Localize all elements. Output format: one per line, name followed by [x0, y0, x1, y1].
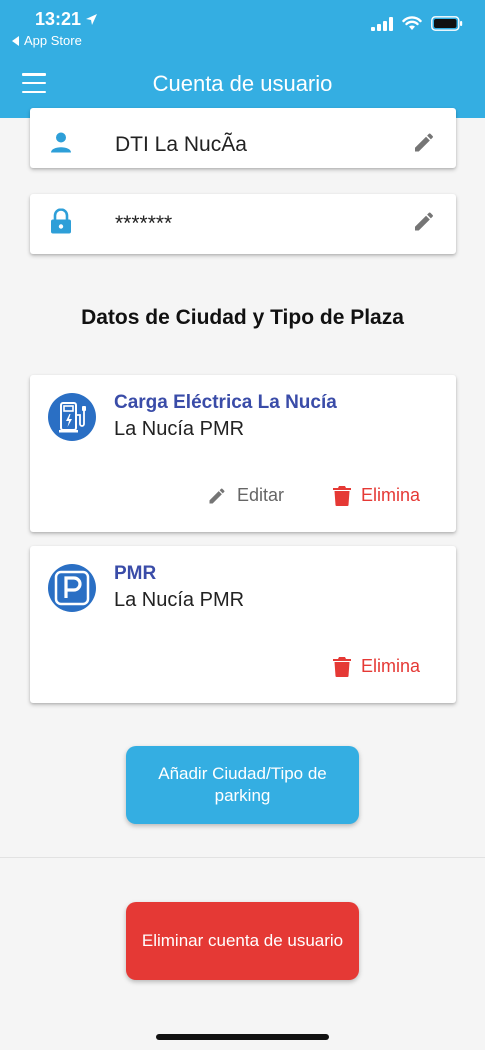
place-title: PMR: [114, 563, 157, 584]
back-triangle-icon: [12, 35, 19, 46]
parking-icon: [48, 564, 96, 612]
password-value: *******: [115, 212, 173, 235]
lock-icon: [50, 208, 72, 240]
page-title: Cuenta de usuario: [152, 71, 333, 96]
signal-icon: [371, 16, 393, 31]
status-icons: [371, 16, 463, 31]
location-arrow-icon: [86, 14, 98, 25]
edit-label: Editar: [237, 485, 285, 505]
place-card: PMR La Nucía PMR Elimina: [30, 546, 456, 703]
app-bar: 13:21 App Store Cuenta de usuario: [0, 0, 485, 118]
username-card: DTI La NucÃa: [30, 108, 456, 168]
pencil-icon: [415, 212, 434, 231]
place-subtitle: La Nucía PMR: [114, 589, 245, 611]
pencil-icon: [209, 487, 225, 503]
back-app-label: App Store: [24, 33, 82, 48]
username-value: DTI La NucÃa: [115, 133, 247, 157]
status-time-text: 13:21: [35, 9, 82, 29]
delete-account-button[interactable]: Eliminar cuenta de usuario: [126, 902, 359, 980]
back-to-app-store[interactable]: App Store: [12, 33, 82, 48]
status-time: 13:21: [35, 9, 98, 30]
trash-icon: [333, 485, 351, 506]
edit-username-button[interactable]: [412, 131, 436, 160]
person-icon: [50, 132, 72, 159]
edit-place-button[interactable]: Editar: [207, 485, 284, 506]
ev-charging-icon: [48, 393, 96, 441]
divider: [0, 857, 485, 858]
trash-icon: [333, 656, 351, 677]
pencil-icon: [415, 133, 434, 152]
delete-place-button[interactable]: Elimina: [333, 656, 420, 677]
section-title: Datos de Ciudad y Tipo de Plaza: [81, 306, 404, 329]
delete-place-button[interactable]: Elimina: [333, 485, 420, 506]
edit-password-button[interactable]: [412, 210, 436, 239]
place-title: Carga Eléctrica La Nucía: [114, 392, 337, 413]
password-card: *******: [30, 194, 456, 254]
delete-label: Elimina: [361, 485, 421, 505]
add-city-parking-button[interactable]: Añadir Ciudad/Tipo de parking: [126, 746, 359, 824]
battery-icon: [431, 16, 463, 31]
place-card: Carga Eléctrica La Nucía La Nucía PMR Ed…: [30, 375, 456, 532]
home-indicator: [156, 1034, 329, 1040]
place-subtitle: La Nucía PMR: [114, 418, 245, 440]
delete-label: Elimina: [361, 656, 421, 676]
wifi-icon: [402, 16, 422, 30]
